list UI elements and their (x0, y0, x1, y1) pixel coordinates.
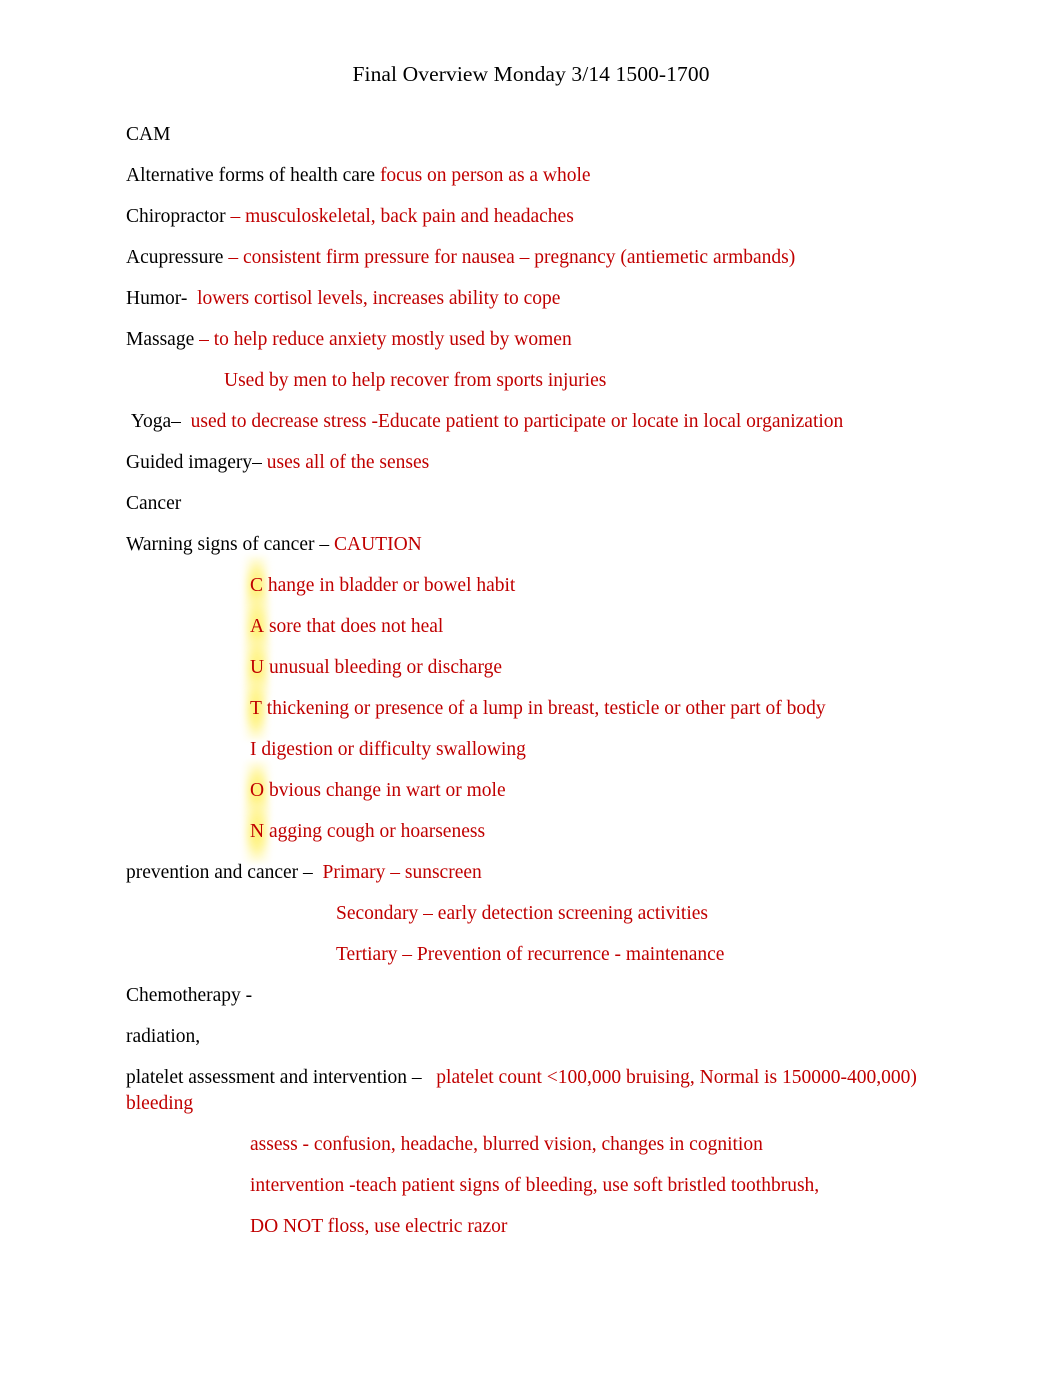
chemotherapy-text: Chemotherapy - (126, 985, 253, 1006)
caution-text-u: unusual bleeding or discharge (264, 657, 503, 678)
guided-imagery-dash: – (252, 452, 262, 473)
yoga-value: used to decrease stress -Educate patient… (180, 411, 844, 432)
caution-text-c: hange in bladder or bowel habit (263, 575, 516, 596)
guided-imagery-label: Guided imagery (126, 452, 253, 473)
cancer-heading-text: Cancer (126, 493, 182, 514)
heading-cam: CAM (126, 114, 936, 155)
document-page: Final Overview Monday 3/14 1500-1700 CAM… (0, 0, 1062, 1377)
line-acupressure: Acupressure – consistent firm pressure f… (126, 237, 936, 278)
platelet-label: platelet assessment and intervention – (126, 1067, 427, 1088)
line-assess: assess - confusion, headache, blurred vi… (126, 1124, 936, 1165)
caution-letter-c: C (250, 575, 264, 596)
line-floss: DO NOT floss, use electric razor (126, 1206, 936, 1247)
chiropractor-label: Chiropractor (126, 206, 231, 227)
prevention-tertiary-value: Tertiary – Prevention of recurrence - ma… (336, 944, 725, 965)
line-platelet: platelet assessment and intervention – p… (126, 1057, 936, 1124)
caution-letter-a: A (250, 616, 265, 637)
alternative-value: focus on person as a whole (379, 165, 591, 186)
line-guided-imagery: Guided imagery– uses all of the senses (126, 442, 936, 483)
yoga-label: Yoga (126, 411, 172, 432)
line-yoga: Yoga– used to decrease stress -Educate p… (126, 401, 936, 442)
caution-letter-t: T (250, 698, 262, 719)
line-massage-sub: Used by men to help recover from sports … (126, 360, 936, 401)
warning-value: CAUTION (334, 534, 422, 555)
massage-label: Massage (126, 329, 200, 350)
caution-letter-highlight-n: N (250, 811, 264, 852)
warning-label: Warning signs of cancer – (126, 534, 334, 555)
acupressure-value: – consistent firm pressure for nausea – … (228, 247, 796, 268)
caution-letter-n: N (250, 821, 265, 842)
massage-sub-text: Used by men to help recover from sports … (224, 370, 607, 391)
caution-item-t: T thickening or presence of a lump in br… (126, 688, 936, 729)
humor-label: Humor- (126, 288, 188, 309)
line-radiation: radiation, (126, 1016, 936, 1057)
line-chiropractor: Chiropractor – musculoskeletal, back pai… (126, 196, 936, 237)
assess-text: assess - confusion, headache, blurred vi… (250, 1134, 763, 1155)
caution-text-n: agging cough or hoarseness (264, 821, 486, 842)
document-body: CAM Alternative forms of health care foc… (0, 114, 1062, 1247)
radiation-text: radiation, (126, 1026, 201, 1047)
caution-text-o: bvious change in wart or mole (264, 780, 506, 801)
chiropractor-value: – musculoskeletal, back pain and headach… (230, 206, 574, 227)
line-humor: Humor- lowers cortisol levels, increases… (126, 278, 936, 319)
page-title: Final Overview Monday 3/14 1500-1700 (352, 62, 710, 86)
humor-value: lowers cortisol levels, increases abilit… (187, 288, 561, 309)
prevention-label: prevention and cancer – (126, 862, 318, 883)
acupressure-label: Acupressure (126, 247, 229, 268)
yoga-dash: – (171, 411, 181, 432)
caution-text-a: sore that does not heal (264, 616, 444, 637)
caution-item-n: N agging cough or hoarseness (126, 811, 936, 852)
caution-text-t: thickening or presence of a lump in brea… (261, 698, 826, 719)
caution-letter-highlight-t: T (250, 688, 262, 729)
floss-text: DO NOT floss, use electric razor (250, 1216, 508, 1237)
caution-letter-o: O (250, 780, 265, 801)
cam-heading-text: CAM (126, 124, 171, 145)
guided-imagery-value: uses all of the senses (261, 452, 430, 473)
caution-text-i: digestion or difficulty swallowing (256, 739, 526, 760)
prevention-secondary-value: Secondary – early detection screening ac… (336, 903, 708, 924)
intervention-text: intervention -teach patient signs of ble… (250, 1175, 820, 1196)
prevention-primary-value: Primary – sunscreen (317, 862, 482, 883)
line-prevention-tertiary: Tertiary – Prevention of recurrence - ma… (126, 934, 936, 975)
line-chemotherapy: Chemotherapy - (126, 975, 936, 1016)
line-intervention: intervention -teach patient signs of ble… (126, 1165, 936, 1206)
heading-cancer: Cancer (126, 483, 936, 524)
line-massage: Massage – to help reduce anxiety mostly … (126, 319, 936, 360)
line-prevention-secondary: Secondary – early detection screening ac… (126, 893, 936, 934)
line-alternative-forms: Alternative forms of health care focus o… (126, 155, 936, 196)
alternative-label: Alternative forms of health care (126, 165, 380, 186)
caution-letter-u: U (250, 657, 265, 678)
massage-value: – to help reduce anxiety mostly used by … (199, 329, 572, 350)
